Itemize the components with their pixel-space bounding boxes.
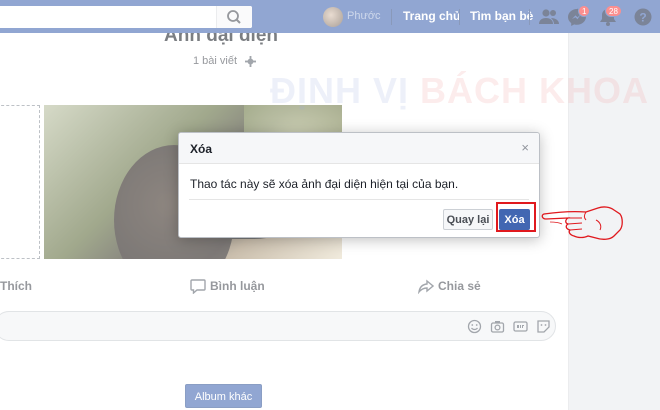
- highlight-box: [496, 202, 536, 232]
- pointing-hand-icon: [541, 206, 623, 240]
- delete-confirm-dialog: Xóa × Thao tác này sẽ xóa ảnh đại diện h…: [178, 132, 540, 238]
- dialog-title: Xóa: [190, 142, 213, 156]
- dialog-header: Xóa ×: [179, 133, 539, 164]
- dialog-message: Thao tác này sẽ xóa ảnh đại diện hiện tạ…: [190, 177, 459, 191]
- close-icon[interactable]: ×: [521, 140, 529, 155]
- dialog-divider: [189, 199, 529, 200]
- cancel-button[interactable]: Quay lại: [443, 209, 493, 230]
